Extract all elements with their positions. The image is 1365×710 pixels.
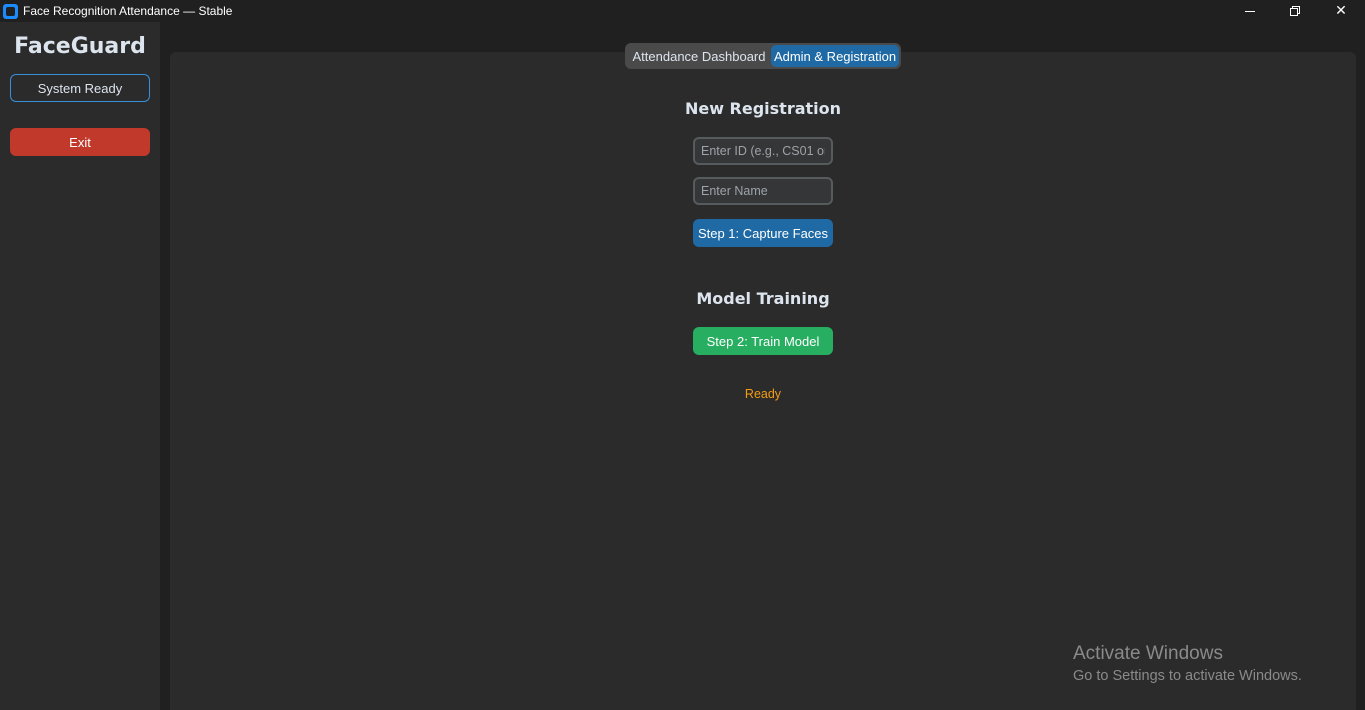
sidebar: FaceGuard System Ready Exit [0,22,160,710]
status-label: Ready [744,387,782,401]
activation-watermark-title: Activate Windows [1073,643,1223,664]
name-input[interactable] [693,177,833,205]
minimize-icon [1245,10,1255,12]
close-icon: ✕ [1335,3,1347,19]
title-bar: Face Recognition Attendance — Stable ✕ [0,0,1365,22]
system-status-badge: System Ready [10,74,150,102]
capture-faces-button[interactable]: Step 1: Capture Faces [693,219,833,247]
tab-attendance-dashboard[interactable]: Attendance Dashboard [627,45,771,67]
close-button[interactable]: ✕ [1318,0,1364,22]
train-model-button[interactable]: Step 2: Train Model [693,327,833,355]
minimize-button[interactable] [1227,0,1273,22]
registration-heading: New Registration [684,99,842,118]
activation-watermark-subtitle: Go to Settings to activate Windows. [1073,668,1302,684]
tab-admin-registration[interactable]: Admin & Registration [771,45,899,67]
window-title: Face Recognition Attendance — Stable [23,4,233,18]
training-heading: Model Training [696,289,830,308]
exit-button[interactable]: Exit [10,128,150,156]
restore-icon [1290,6,1300,16]
brand-title: FaceGuard [14,34,146,59]
id-input[interactable] [693,137,833,165]
app-icon [3,4,18,19]
tab-bar: Attendance Dashboard Admin & Registratio… [625,43,901,69]
restore-button[interactable] [1272,0,1318,22]
